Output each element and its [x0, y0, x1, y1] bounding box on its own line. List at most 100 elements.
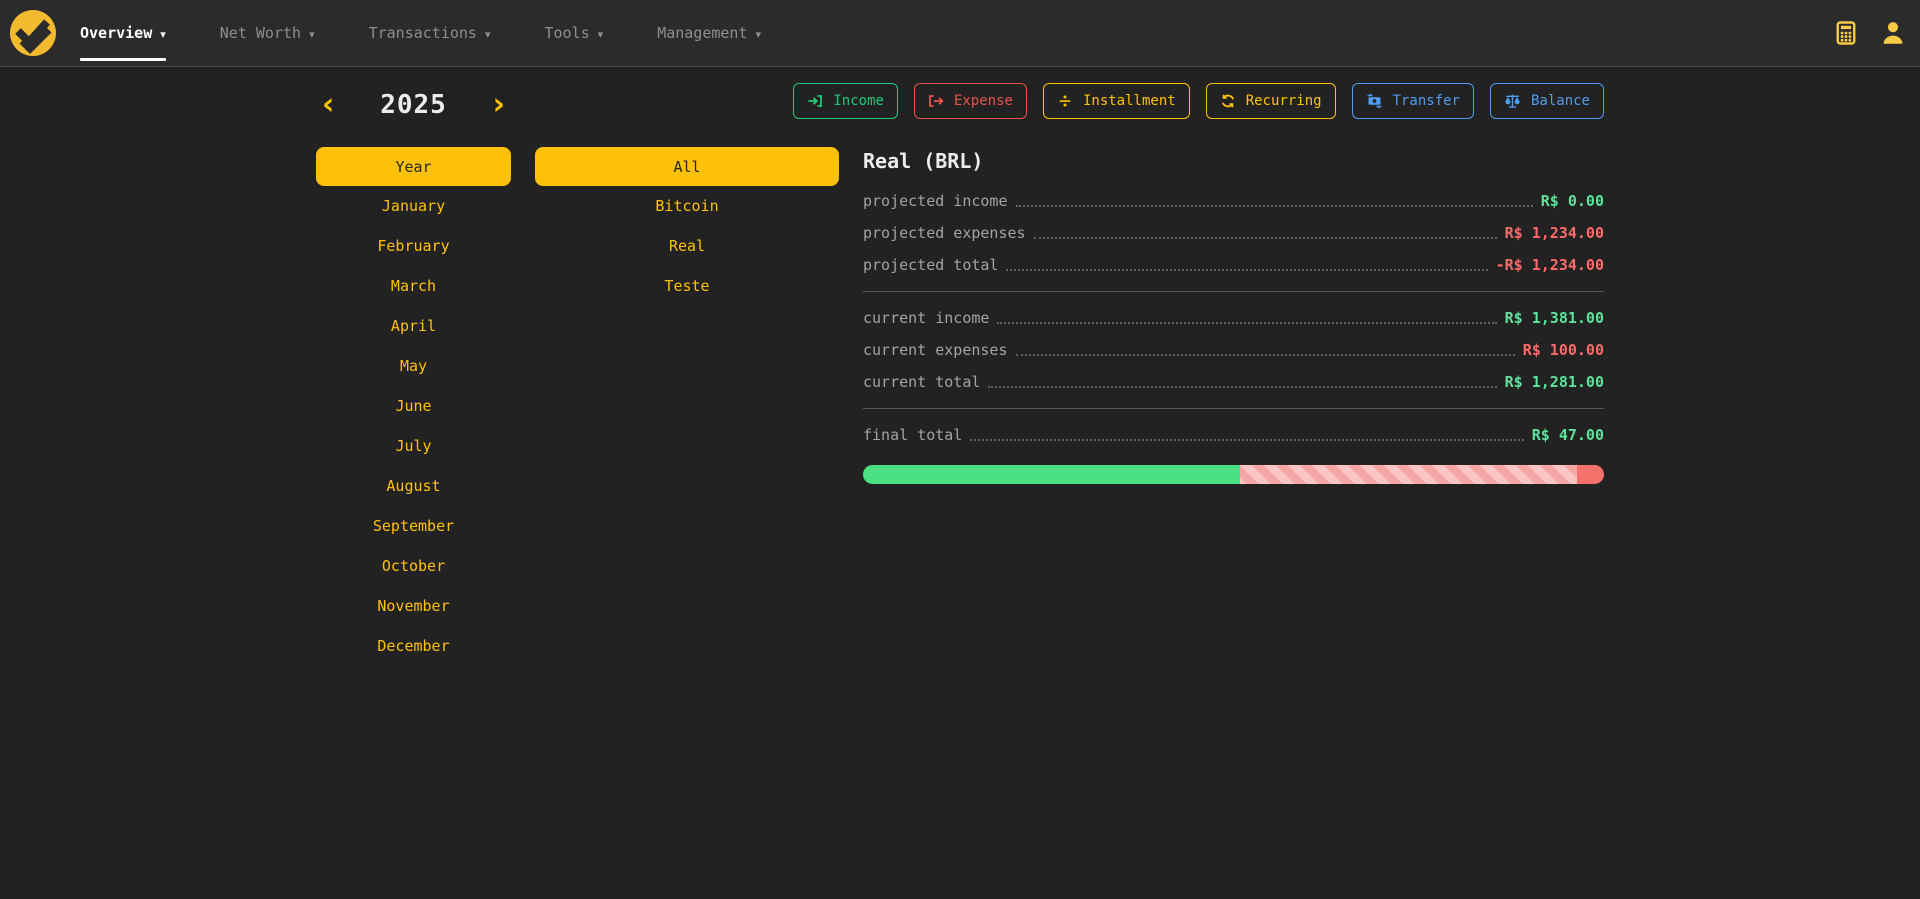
summary-row-projected-expenses: projected expenses R$ 1,234.00	[863, 217, 1604, 249]
nav-item-overview[interactable]: Overview ▾	[80, 0, 166, 66]
progress-segment-current-income	[863, 465, 1240, 484]
next-year-button chevron-right-icon[interactable]: ›	[493, 90, 505, 120]
row-label: current income	[863, 309, 989, 327]
divider	[863, 408, 1604, 409]
recurring-button-label: Recurring	[1246, 93, 1322, 109]
progress-segment-current-expenses	[1577, 465, 1604, 484]
box-arrow-in-right-icon	[807, 93, 823, 109]
nav-item-net-worth[interactable]: Net Worth ▾	[220, 0, 315, 66]
row-label: current expenses	[863, 341, 1008, 359]
income-expense-progress-bar	[863, 465, 1604, 484]
app-logo[interactable]	[10, 0, 56, 66]
income-button-label: Income	[833, 93, 884, 109]
dotted-leader	[1016, 354, 1515, 356]
dotted-leader	[1016, 205, 1533, 207]
month-december[interactable]: December	[316, 626, 511, 666]
nav-item-label: Overview	[80, 24, 152, 42]
year-navigator: ‹ 2025 ›	[316, 83, 511, 127]
account-teste[interactable]: Teste	[535, 266, 839, 306]
transfer-button-label: Transfer	[1393, 93, 1460, 109]
month-june[interactable]: June	[316, 386, 511, 426]
income-button[interactable]: Income	[793, 83, 898, 119]
chevron-down-icon: ▾	[485, 28, 491, 41]
month-october[interactable]: October	[316, 546, 511, 586]
account-real[interactable]: Real	[535, 226, 839, 266]
division-icon	[1057, 93, 1073, 109]
user-profile-icon[interactable]	[1880, 20, 1906, 46]
nav-item-management[interactable]: Management ▾	[657, 0, 761, 66]
row-value: R$ 47.00	[1532, 426, 1604, 444]
calendar-columns: Year January February March April May Ju…	[316, 147, 839, 666]
row-value: R$ 1,234.00	[1505, 224, 1604, 242]
nav-item-transactions[interactable]: Transactions ▾	[369, 0, 491, 66]
transfer-button[interactable]: Transfer	[1352, 83, 1474, 119]
month-november[interactable]: November	[316, 586, 511, 626]
current-year-label: 2025	[380, 90, 447, 120]
nav-item-tools[interactable]: Tools ▾	[545, 0, 604, 66]
month-july[interactable]: July	[316, 426, 511, 466]
installment-button-label: Installment	[1083, 93, 1176, 109]
account-bitcoin[interactable]: Bitcoin	[535, 186, 839, 226]
chevron-down-icon: ▾	[309, 28, 315, 41]
row-value: R$ 0.00	[1541, 192, 1604, 210]
balance-scale-icon	[1504, 93, 1521, 109]
accounts-column: All Bitcoin Real Teste	[535, 147, 839, 666]
month-september[interactable]: September	[316, 506, 511, 546]
row-label: final total	[863, 426, 962, 444]
installment-button[interactable]: Installment	[1043, 83, 1190, 119]
navbar: Overview ▾ Net Worth ▾ Transactions ▾ To…	[0, 0, 1920, 67]
summary-row-final-total: final total R$ 47.00	[863, 419, 1604, 451]
month-may[interactable]: May	[316, 346, 511, 386]
row-label: projected total	[863, 256, 998, 274]
row-label: current total	[863, 373, 980, 391]
dotted-leader	[997, 322, 1496, 324]
summary-row-projected-total: projected total -R$ 1,234.00	[863, 249, 1604, 281]
chevron-down-icon: ▾	[756, 28, 762, 41]
navbar-spacer	[815, 0, 1834, 66]
month-march[interactable]: March	[316, 266, 511, 306]
chevron-down-icon: ▾	[598, 28, 604, 41]
row-value: R$ 100.00	[1523, 341, 1604, 359]
summary-row-projected-income: projected income R$ 0.00	[863, 185, 1604, 217]
divider	[863, 291, 1604, 292]
previous-year-button chevron-left-icon[interactable]: ‹	[322, 90, 334, 120]
main-menu: Overview ▾ Net Worth ▾ Transactions ▾ To…	[80, 0, 815, 66]
chevron-down-icon: ▾	[160, 28, 166, 41]
year-button[interactable]: Year	[316, 147, 511, 186]
all-accounts-button[interactable]: All	[535, 147, 839, 186]
row-value: -R$ 1,234.00	[1496, 256, 1604, 274]
calculator-icon[interactable]	[1834, 19, 1858, 47]
box-arrow-right-icon	[928, 93, 944, 109]
row-label: projected income	[863, 192, 1008, 210]
month-august[interactable]: August	[316, 466, 511, 506]
summary-panel: Income Expense Installment	[863, 83, 1604, 666]
brand-logo-icon	[10, 10, 56, 56]
balance-button-label: Balance	[1531, 93, 1590, 109]
month-january[interactable]: January	[316, 186, 511, 226]
row-label: projected expenses	[863, 224, 1026, 242]
transaction-type-buttons: Income Expense Installment	[863, 83, 1604, 119]
recurring-button[interactable]: Recurring	[1206, 83, 1336, 119]
currency-exchange-icon	[1366, 93, 1383, 109]
nav-item-label: Management	[657, 24, 747, 42]
summary-rows: projected income R$ 0.00 projected expen…	[863, 185, 1604, 484]
dotted-leader	[988, 386, 1496, 388]
row-value: R$ 1,281.00	[1505, 373, 1604, 391]
month-april[interactable]: April	[316, 306, 511, 346]
nav-item-label: Net Worth	[220, 24, 301, 42]
period-account-panel: ‹ 2025 › Year January February March Apr…	[316, 83, 839, 666]
dotted-leader	[1034, 237, 1497, 239]
dotted-leader	[970, 439, 1523, 441]
main-content: ‹ 2025 › Year January February March Apr…	[316, 67, 1604, 666]
navbar-right-icons	[1834, 0, 1906, 66]
nav-item-label: Tools	[545, 24, 590, 42]
row-value: R$ 1,381.00	[1505, 309, 1604, 327]
summary-row-current-total: current total R$ 1,281.00	[863, 366, 1604, 398]
dotted-leader	[1006, 269, 1487, 271]
arrow-repeat-icon	[1220, 93, 1236, 109]
balance-button[interactable]: Balance	[1490, 83, 1604, 119]
expense-button[interactable]: Expense	[914, 83, 1027, 119]
months-column: Year January February March April May Ju…	[316, 147, 511, 666]
month-february[interactable]: February	[316, 226, 511, 266]
expense-button-label: Expense	[954, 93, 1013, 109]
